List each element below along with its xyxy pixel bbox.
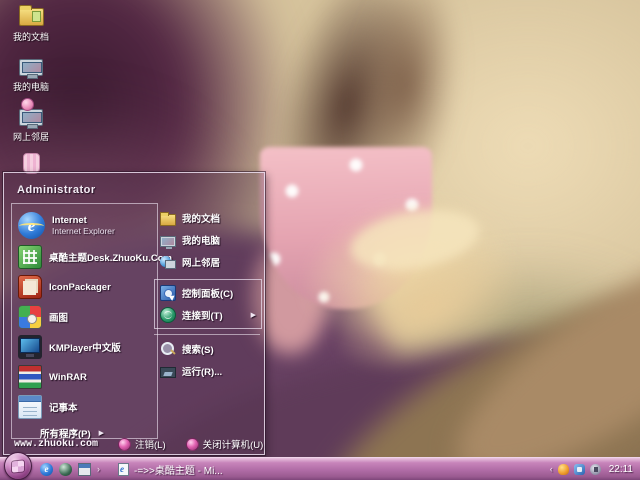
menu-item-title: 桌酷主题Desk.ZhuoKu.Com (49, 250, 172, 264)
system-tray: ‹ 22:11 (550, 464, 640, 475)
network-places-icon (19, 102, 43, 126)
quick-launch-bar: › (40, 463, 100, 476)
menu-item-iconpackager[interactable]: IconPackager (16, 272, 153, 302)
shut-down-icon (186, 438, 199, 451)
kmplayer-icon (18, 335, 42, 359)
zhuoku-site-link[interactable]: www.zhuoku.com (14, 439, 98, 450)
qq-tray-icon[interactable] (558, 464, 569, 475)
recycle-bin-icon (23, 150, 40, 174)
shut-down-button[interactable]: 关闭计算机(U) (186, 437, 264, 451)
start-menu-group-box: 控制面板(C) 连接到(T) ▶ (154, 279, 262, 329)
menu-item-winrar[interactable]: WinRAR (16, 362, 153, 392)
menu-item-connect-to[interactable]: 连接到(T) ▶ (157, 304, 259, 326)
desktop-icon-label: 网上邻居 (13, 130, 49, 143)
windows-update-tray-icon[interactable] (574, 464, 585, 475)
desktop-icon-label: 我的文档 (13, 30, 49, 43)
menu-item-network-places[interactable]: 网上邻居 (157, 251, 263, 273)
menu-item-label: 我的电脑 (182, 233, 220, 247)
menu-item-label: 搜索(S) (182, 342, 214, 356)
run-icon (160, 367, 176, 378)
submenu-arrow-icon: ▶ (251, 311, 256, 319)
search-icon (160, 341, 176, 357)
menu-item-my-computer[interactable]: 我的电脑 (157, 229, 263, 251)
menu-item-label: 我的文档 (182, 211, 220, 225)
menu-separator (154, 334, 260, 335)
taskbar: › -=>>桌酷主题 - Mi... ‹ 22:11 (0, 457, 640, 480)
log-off-label: 注销(L) (135, 437, 166, 451)
menu-item-label: 控制面板(C) (182, 286, 233, 300)
desktop-icon-network-places[interactable]: 网上邻居 (4, 102, 58, 143)
internet-explorer-icon (18, 212, 45, 239)
menu-item-paint[interactable]: 画图 (16, 302, 153, 332)
my-documents-icon (19, 2, 44, 26)
start-menu-places-panel: 我的文档 我的电脑 网上邻居 控制面板(C) 连接到(T) ▶ (157, 207, 263, 382)
menu-item-title: IconPackager (49, 282, 111, 293)
control-panel-icon (160, 285, 176, 301)
iconpackager-icon (18, 275, 42, 299)
menu-item-title: WinRAR (49, 372, 87, 383)
start-menu-pinned-panel: Internet Internet Explorer 桌酷主题Desk.Zhuo… (11, 203, 158, 439)
menu-item-my-documents[interactable]: 我的文档 (157, 207, 263, 229)
menu-item-title: 画图 (49, 310, 68, 324)
menu-item-label: 网上邻居 (182, 255, 220, 269)
menu-item-label: 连接到(T) (182, 308, 223, 322)
zhuoku-theme-icon (18, 245, 42, 269)
network-places-icon (160, 254, 176, 270)
menu-item-search[interactable]: 搜索(S) (157, 338, 263, 360)
menu-item-label: 运行(R)... (182, 364, 222, 378)
show-desktop-icon[interactable] (59, 463, 72, 476)
menu-item-run[interactable]: 运行(R)... (157, 360, 263, 382)
menu-item-notepad[interactable]: 记事本 (16, 392, 153, 422)
log-off-icon (118, 438, 131, 451)
start-menu-footer: www.zhuoku.com 注销(L) 关闭计算机(U) (4, 434, 264, 454)
tray-collapse-icon[interactable]: ‹ (550, 464, 553, 474)
connect-to-icon (160, 307, 176, 323)
start-button[interactable] (4, 452, 32, 480)
my-computer-icon (19, 52, 43, 76)
menu-item-internet-explorer[interactable]: Internet Internet Explorer (16, 209, 153, 242)
desktop-icon-my-documents[interactable]: 我的文档 (4, 2, 58, 43)
shut-down-label: 关闭计算机(U) (203, 437, 264, 451)
menu-item-title: 记事本 (49, 400, 78, 414)
taskbar-window-title: -=>>桌酷主题 - Mi... (134, 462, 223, 477)
start-menu: Administrator Internet Internet Explorer… (3, 172, 265, 455)
start-menu-username: Administrator (17, 184, 96, 196)
desktop-icon-label: 我的电脑 (13, 80, 49, 93)
menu-item-zhuoku-theme[interactable]: 桌酷主题Desk.ZhuoKu.Com (16, 242, 153, 272)
desktop: 我的文档 我的电脑 网上邻居 Administrator Internet In… (0, 0, 640, 480)
menu-item-control-panel[interactable]: 控制面板(C) (157, 282, 259, 304)
ie-quick-launch-icon[interactable] (40, 463, 53, 476)
menu-item-title: KMPlayer中文版 (49, 340, 121, 354)
taskbar-clock[interactable]: 22:11 (609, 464, 633, 475)
explorer-quick-launch-icon[interactable] (78, 463, 91, 476)
winrar-icon (18, 365, 42, 389)
quick-launch-expand-icon[interactable]: › (97, 464, 100, 474)
menu-item-kmplayer[interactable]: KMPlayer中文版 (16, 332, 153, 362)
notepad-icon (18, 395, 42, 419)
menu-item-title: Internet (52, 215, 115, 226)
my-computer-icon (160, 236, 176, 247)
taskbar-window-button[interactable]: -=>>桌酷主题 - Mi... (112, 460, 229, 479)
log-off-button[interactable]: 注销(L) (118, 437, 166, 451)
volume-tray-icon[interactable] (590, 464, 601, 475)
menu-item-subtitle: Internet Explorer (52, 226, 115, 236)
paint-icon (18, 305, 42, 329)
my-documents-icon (160, 214, 176, 226)
desktop-icon-my-computer[interactable]: 我的电脑 (4, 52, 58, 93)
taskbar-window-icon (118, 463, 129, 476)
